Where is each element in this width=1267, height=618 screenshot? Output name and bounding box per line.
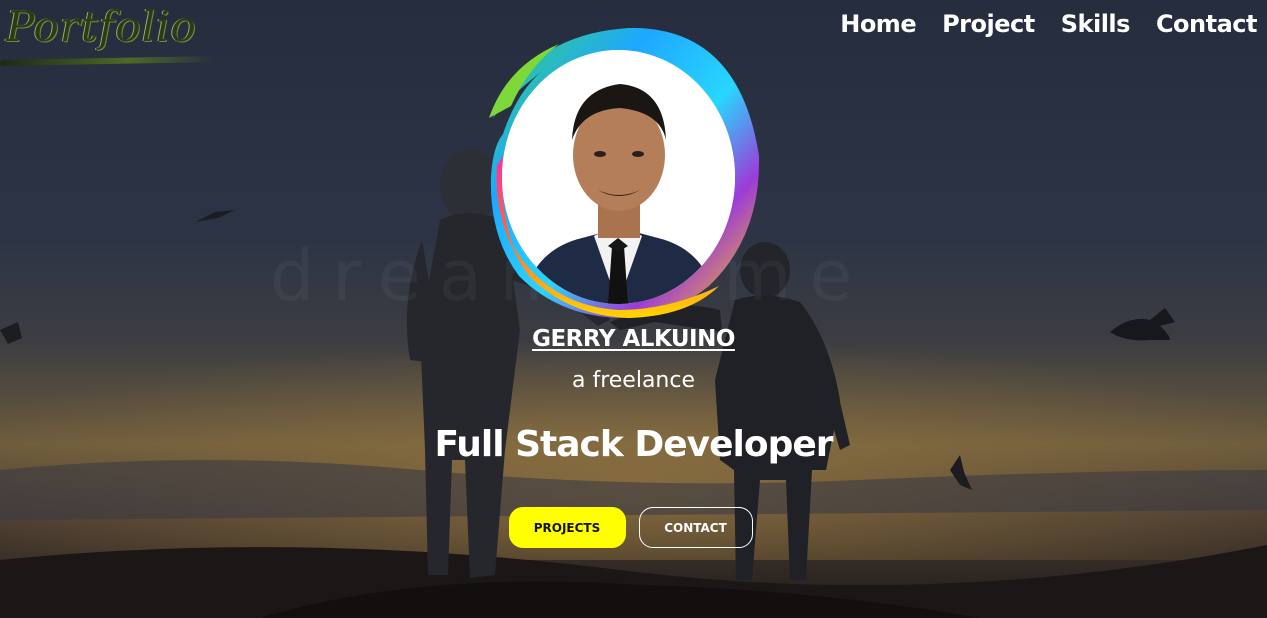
logo-underline-stroke bbox=[0, 56, 216, 66]
hero-buttons: PROJECTS CONTACT bbox=[0, 507, 1267, 548]
profile-avatar bbox=[489, 26, 761, 320]
main-nav: Home Project Skills Contact bbox=[840, 10, 1257, 38]
nav-skills-link[interactable]: Skills bbox=[1061, 10, 1131, 38]
nav-home-link[interactable]: Home bbox=[840, 10, 916, 38]
logo-text: Portfolio bbox=[6, 2, 197, 51]
profile-name: GERRY ALKUINO bbox=[0, 326, 1267, 352]
nav-project-link[interactable]: Project bbox=[942, 10, 1035, 38]
profile-photo bbox=[502, 50, 735, 304]
profile-role: Full Stack Developer bbox=[434, 424, 833, 465]
contact-button[interactable]: CONTACT bbox=[638, 507, 753, 548]
profile-tagline: a freelance bbox=[571, 368, 696, 393]
portfolio-logo[interactable]: Portfolio bbox=[0, 0, 220, 72]
hero-section: dreamstime Portfolio Home Project Skills… bbox=[0, 0, 1267, 618]
nav-contact-link[interactable]: Contact bbox=[1156, 10, 1258, 38]
person-portrait bbox=[502, 50, 735, 304]
profile-name-text[interactable]: GERRY ALKUINO bbox=[532, 326, 735, 352]
projects-button[interactable]: PROJECTS bbox=[508, 507, 626, 548]
